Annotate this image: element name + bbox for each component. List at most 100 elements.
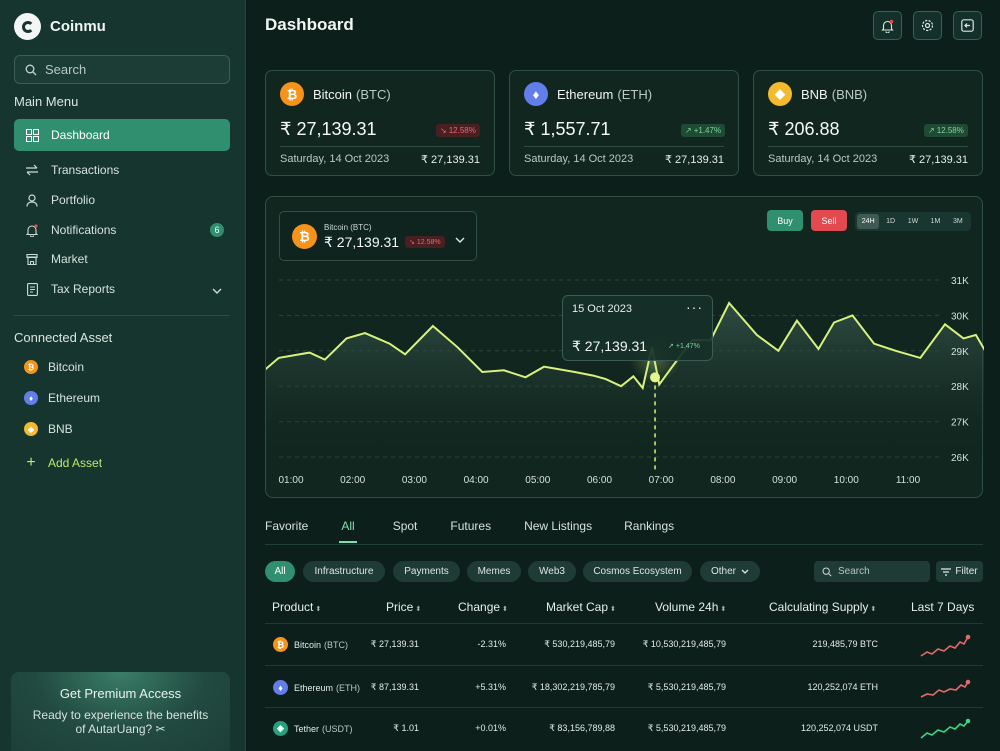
sidebar-divider — [14, 315, 230, 316]
logout-icon — [961, 19, 974, 32]
sidebar-search[interactable] — [14, 55, 230, 84]
sparkline-down — [920, 679, 971, 698]
chip-memes[interactable]: Memes — [467, 561, 521, 582]
tab-spot[interactable]: Spot — [393, 519, 418, 543]
sort-icon: ⬍ — [415, 606, 422, 613]
nav-tax-reports[interactable]: Tax Reports — [14, 273, 230, 305]
premium-banner[interactable]: Get Premium Access Ready to experience t… — [11, 672, 230, 751]
col-label: Calculating Supply — [769, 600, 869, 614]
tab-futures[interactable]: Futures — [450, 519, 491, 543]
col-volume[interactable]: Volume 24h ⬍ — [655, 600, 726, 614]
table-search-input[interactable] — [838, 566, 926, 577]
x-tick-label: 01:00 — [278, 475, 303, 486]
table-row[interactable]: ◈ Tether (USDT) ₹ 1.01 +0.01% ₹ 83,156,78… — [265, 707, 983, 749]
sidebar-search-input[interactable] — [45, 62, 215, 77]
notifications-button[interactable] — [873, 11, 902, 40]
col-market-cap[interactable]: Market Cap ⬍ — [546, 600, 616, 614]
tab-new-listings[interactable]: New Listings — [524, 519, 592, 543]
coin-card-bnb[interactable]: ◆ BNB (BNB) ₹ 206.88 ↗ 12.58% Saturday, 14 … — [753, 70, 983, 176]
nav-notifications[interactable]: Notifications 6 — [14, 214, 230, 246]
chip-payments[interactable]: Payments — [393, 561, 460, 582]
highlight-point[interactable] — [650, 372, 661, 383]
search-icon — [25, 64, 37, 75]
search-icon — [822, 566, 832, 577]
coin-card-bitcoin[interactable]: ₿ Bitcoin (BTC) ₹ 27,139.31 ↘ 12.58% Saturd… — [265, 70, 495, 176]
x-tick-label: 11:00 — [896, 475, 921, 486]
chip-infrastructure[interactable]: Infrastructure — [303, 561, 385, 582]
asset-label: BNB — [48, 422, 73, 436]
main-menu-title: Main Menu — [14, 94, 79, 109]
market-tabs: Favorite All Spot Futures New Listings R… — [265, 519, 674, 543]
add-asset-button[interactable]: + Add Asset — [24, 454, 102, 472]
price-cell: ₹ 1.01 — [393, 723, 419, 733]
coin-card-ethereum[interactable]: ♦ Ethereum (ETH) ₹ 1,557.71 ↗ +1.47% Saturd… — [509, 70, 739, 176]
sparkline-up — [920, 718, 971, 739]
tab-favorite[interactable]: Favorite — [265, 519, 308, 543]
supply-cell: 120,252,074 ETH — [807, 682, 878, 692]
table-row[interactable]: ♦ Ethereum (ETH) ₹ 87,139.31 +5.31% ₹ 18,… — [265, 665, 983, 707]
asset-label: Ethereum — [48, 391, 101, 405]
x-tick-label: 05:00 — [525, 475, 550, 486]
nav-dashboard[interactable]: Dashboard — [14, 119, 230, 151]
sparkline-down — [920, 634, 971, 657]
asset-bnb[interactable]: ◆ BNB — [24, 422, 73, 436]
y-tick-label: 28K — [951, 382, 969, 393]
main-content: Dashboard ₿ Bitcoin (BTC) ₹ 27,139.31 ↘ 12.… — [247, 0, 1000, 751]
change-cell: -2.31% — [477, 639, 506, 649]
x-tick-label: 04:00 — [464, 475, 489, 486]
bell-icon — [25, 223, 39, 237]
trend-down-icon: ↘ — [440, 126, 447, 135]
filter-button[interactable]: Filter — [936, 561, 983, 582]
brand[interactable]: Coinmu — [14, 13, 106, 40]
product-name: Tether — [294, 723, 320, 734]
coin-ticker: (BTC) — [356, 86, 391, 102]
col-product[interactable]: Product ⬍ — [272, 600, 321, 614]
nav-transactions[interactable]: Transactions — [14, 154, 230, 186]
chip-other[interactable]: Other — [700, 561, 760, 582]
asset-bitcoin[interactable]: ₿ Bitcoin — [24, 360, 84, 374]
col-supply[interactable]: Calculating Supply ⬍ — [769, 600, 876, 614]
asset-ethereum[interactable]: ♦ Ethereum — [24, 391, 100, 405]
tooltip-date: 15 Oct 2023 — [572, 303, 632, 315]
coin-name: Bitcoin — [313, 86, 353, 102]
change-value: +1.47% — [693, 126, 722, 135]
price-cell: ₹ 87,139.31 — [370, 682, 419, 692]
grid-icon — [25, 128, 39, 142]
gear-icon — [921, 19, 934, 32]
product-name: Ethereum — [294, 682, 334, 693]
coin-name: Ethereum — [557, 86, 614, 102]
tether-icon: ◈ — [273, 721, 288, 736]
chip-all[interactable]: All — [265, 561, 295, 582]
x-tick-label: 03:00 — [402, 475, 427, 486]
col-price[interactable]: Price ⬍ — [386, 600, 421, 614]
settings-button[interactable] — [913, 11, 942, 40]
chip-web3[interactable]: Web3 — [528, 561, 576, 582]
notification-count-badge: 6 — [210, 223, 224, 237]
supply-cell: 120,252,074 USDT — [800, 723, 878, 733]
nav-portfolio[interactable]: Portfolio — [14, 184, 230, 216]
sort-icon: ⬍ — [720, 606, 727, 613]
chip-cosmos-ecosystem[interactable]: Cosmos Ecosystem — [583, 561, 692, 582]
tab-rankings[interactable]: Rankings — [624, 519, 674, 543]
chevron-down-icon[interactable] — [212, 284, 222, 298]
card-date: Saturday, 14 Oct 2023 — [280, 153, 390, 165]
x-tick-label: 09:00 — [772, 475, 797, 486]
volume-cell: ₹ 5,530,219,485,79 — [647, 682, 726, 692]
ethereum-icon: ♦ — [24, 391, 38, 405]
product-ticker: (BTC) — [324, 639, 349, 650]
product-ticker: (ETH) — [336, 682, 361, 693]
tab-all[interactable]: All — [339, 519, 358, 543]
add-asset-label: Add Asset — [48, 456, 103, 470]
more-icon[interactable]: ··· — [686, 299, 703, 315]
supply-cell: 219,485,79 BTC — [812, 639, 878, 649]
tooltip-price: ₹ 27,139.31 — [572, 338, 648, 354]
logout-button[interactable] — [953, 11, 982, 40]
table-row[interactable]: ₿ Bitcoin (BTC) ₹ 27,139.31 -2.31% ₹ 530,… — [265, 623, 983, 665]
change-value: +1.47% — [675, 342, 700, 350]
ethereum-icon: ♦ — [524, 82, 548, 106]
nav-market[interactable]: Market — [14, 243, 230, 275]
change-badge: ↗ +1.47% — [681, 124, 726, 137]
col-change[interactable]: Change ⬍ — [458, 600, 508, 614]
plus-icon: + — [26, 454, 36, 471]
table-search[interactable] — [814, 561, 930, 582]
